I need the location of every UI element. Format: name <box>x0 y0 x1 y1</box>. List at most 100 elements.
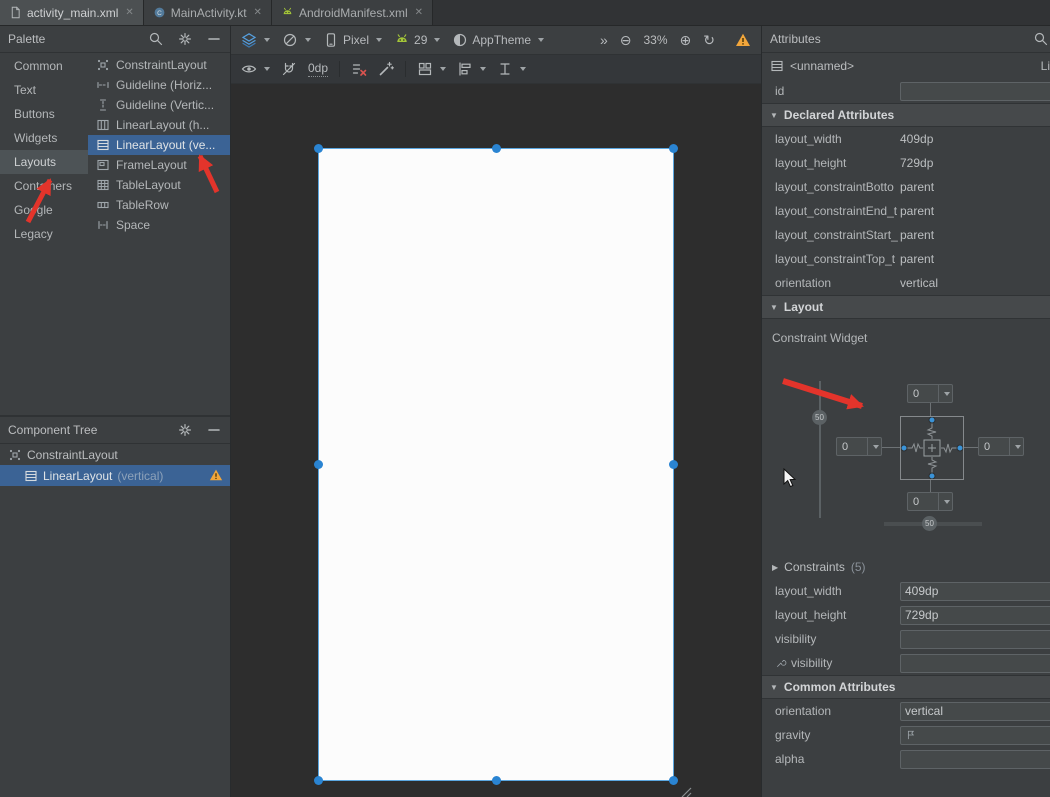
attribute-value[interactable]: parent <box>900 228 934 242</box>
constraints-expander[interactable]: ▶ Constraints (5) <box>762 555 1050 579</box>
attribute-value[interactable]: 409dp <box>900 132 933 146</box>
id-input[interactable] <box>900 82 1050 101</box>
selection-handle[interactable] <box>669 460 678 469</box>
palette-category-legacy[interactable]: Legacy <box>0 222 88 246</box>
left-panel-empty-area <box>0 486 230 797</box>
tab-mainactivity-kt[interactable]: MainActivity.kt ✕ <box>144 0 272 25</box>
gear-icon[interactable] <box>177 31 193 47</box>
attribute-value[interactable]: parent <box>900 204 934 218</box>
search-icon[interactable] <box>1033 31 1049 47</box>
close-tab-icon[interactable]: ✕ <box>125 7 133 18</box>
vertical-bias-slider[interactable] <box>819 381 821 518</box>
gear-icon[interactable] <box>177 422 193 438</box>
warning-icon[interactable] <box>209 468 223 482</box>
palette-category-buttons[interactable]: Buttons <box>0 102 88 126</box>
gravity-input[interactable] <box>900 726 1050 745</box>
margin-left-dropdown[interactable]: 0 <box>836 437 882 456</box>
selection-handle[interactable] <box>314 776 323 785</box>
selection-handle[interactable] <box>492 144 501 153</box>
default-margins-selector[interactable]: 0dp <box>308 61 328 77</box>
attribute-value[interactable]: vertical <box>900 276 938 290</box>
guidelines-selector[interactable] <box>497 61 526 77</box>
palette-item-framelayout[interactable]: FrameLayout <box>88 155 230 175</box>
canvas-resize-handle[interactable] <box>678 784 692 797</box>
close-tab-icon[interactable]: ✕ <box>415 7 423 18</box>
expand-icon: ▼ <box>770 683 778 692</box>
design-canvas[interactable] <box>231 84 761 797</box>
palette-item-linearlayout-horizontal[interactable]: LinearLayout (h... <box>88 115 230 135</box>
infer-constraints-button[interactable] <box>378 61 394 77</box>
input-value: 409dp <box>905 584 938 598</box>
device-selector[interactable]: Pixel <box>323 32 382 48</box>
vertical-bias-value[interactable]: 50 <box>812 410 827 425</box>
palette-item-linearlayout-vertical[interactable]: LinearLayout (ve... <box>88 135 230 155</box>
theme-selector[interactable]: AppTheme <box>452 32 544 48</box>
zoom-to-fit-button[interactable]: ↻ <box>703 32 715 49</box>
palette-item-guideline-vertical[interactable]: Guideline (Vertic... <box>88 95 230 115</box>
blueprint-mode-selector[interactable] <box>282 32 311 48</box>
minimize-icon[interactable] <box>206 31 222 47</box>
collapse-icon: ▶ <box>772 563 778 572</box>
zoom-in-button[interactable]: ⊕ <box>680 32 692 49</box>
palette-category-containers[interactable]: Containers <box>0 174 88 198</box>
palette-category-text[interactable]: Text <box>0 78 88 102</box>
attribute-value[interactable]: 729dp <box>900 156 933 170</box>
palette-item-tablerow[interactable]: TableRow <box>88 195 230 215</box>
issues-warning-button[interactable] <box>735 32 751 48</box>
autoconnect-toggle[interactable] <box>281 61 297 77</box>
tree-item-linearlayout-vertical[interactable]: LinearLayout(vertical) <box>0 465 230 486</box>
toolbar-overflow-button[interactable]: » <box>600 32 608 48</box>
margin-top-dropdown[interactable]: 0 <box>907 384 953 403</box>
api-level-selector[interactable]: 29 <box>394 32 440 48</box>
toolbar-separator <box>405 61 406 77</box>
selection-handle[interactable] <box>314 460 323 469</box>
selection-handle[interactable] <box>669 144 678 153</box>
selection-handle[interactable] <box>669 776 678 785</box>
palette-item-tablelayout[interactable]: TableLayout <box>88 175 230 195</box>
palette-item-constraintlayout[interactable]: ConstraintLayout <box>88 55 230 75</box>
horizontal-bias-value[interactable]: 50 <box>922 516 937 531</box>
section-common-attributes[interactable]: ▼ Common Attributes <box>762 675 1050 699</box>
attribute-label: layout_constraintBotto <box>775 180 900 194</box>
palette-category-layouts[interactable]: Layouts <box>0 150 88 174</box>
view-options-button[interactable] <box>241 61 270 77</box>
align-icon <box>457 61 473 77</box>
device-artboard[interactable] <box>319 149 673 780</box>
selection-handle[interactable] <box>492 776 501 785</box>
palette-category-common[interactable]: Common <box>0 54 88 78</box>
section-layout[interactable]: ▼ Layout <box>762 295 1050 319</box>
attribute-value[interactable]: parent <box>900 180 934 194</box>
attribute-row-visibility: visibility <box>762 627 1050 651</box>
selection-handle[interactable] <box>314 144 323 153</box>
design-surface-selector[interactable] <box>241 32 270 48</box>
pack-selector[interactable] <box>417 61 446 77</box>
chevron-down-icon <box>264 38 270 42</box>
palette-item-guideline-horizontal[interactable]: Guideline (Horiz... <box>88 75 230 95</box>
zoom-in-icon: ⊕ <box>680 32 692 49</box>
attribute-label: layout_constraintEnd_t <box>775 204 900 218</box>
tree-item-constraintlayout[interactable]: ConstraintLayout <box>0 444 230 465</box>
constraint-widget-box[interactable] <box>900 416 964 480</box>
margin-bottom-dropdown[interactable]: 0 <box>907 492 953 511</box>
clear-constraints-button[interactable] <box>351 61 367 77</box>
orientation-input[interactable]: vertical <box>900 702 1050 721</box>
zoom-out-button[interactable]: ⊖ <box>620 32 632 49</box>
attribute-value[interactable]: parent <box>900 252 934 266</box>
tab-activity-main-xml[interactable]: activity_main.xml ✕ <box>0 0 144 25</box>
alpha-input[interactable] <box>900 750 1050 769</box>
align-selector[interactable] <box>457 61 486 77</box>
palette-item-space[interactable]: Space <box>88 215 230 235</box>
tools-visibility-input[interactable] <box>900 654 1050 673</box>
layout-height-input[interactable]: 729dp <box>900 606 1050 625</box>
search-icon[interactable] <box>148 31 164 47</box>
margin-right-dropdown[interactable]: 0 <box>978 437 1024 456</box>
attribute-row: layout_constraintEnd_t parent <box>762 199 1050 223</box>
palette-category-widgets[interactable]: Widgets <box>0 126 88 150</box>
visibility-input[interactable] <box>900 630 1050 649</box>
section-declared-attributes[interactable]: ▼ Declared Attributes <box>762 103 1050 127</box>
minimize-icon[interactable] <box>206 422 222 438</box>
close-tab-icon[interactable]: ✕ <box>254 7 262 18</box>
palette-category-google[interactable]: Google <box>0 198 88 222</box>
tab-androidmanifest-xml[interactable]: AndroidManifest.xml ✕ <box>272 0 433 25</box>
layout-width-input[interactable]: 409dp <box>900 582 1050 601</box>
